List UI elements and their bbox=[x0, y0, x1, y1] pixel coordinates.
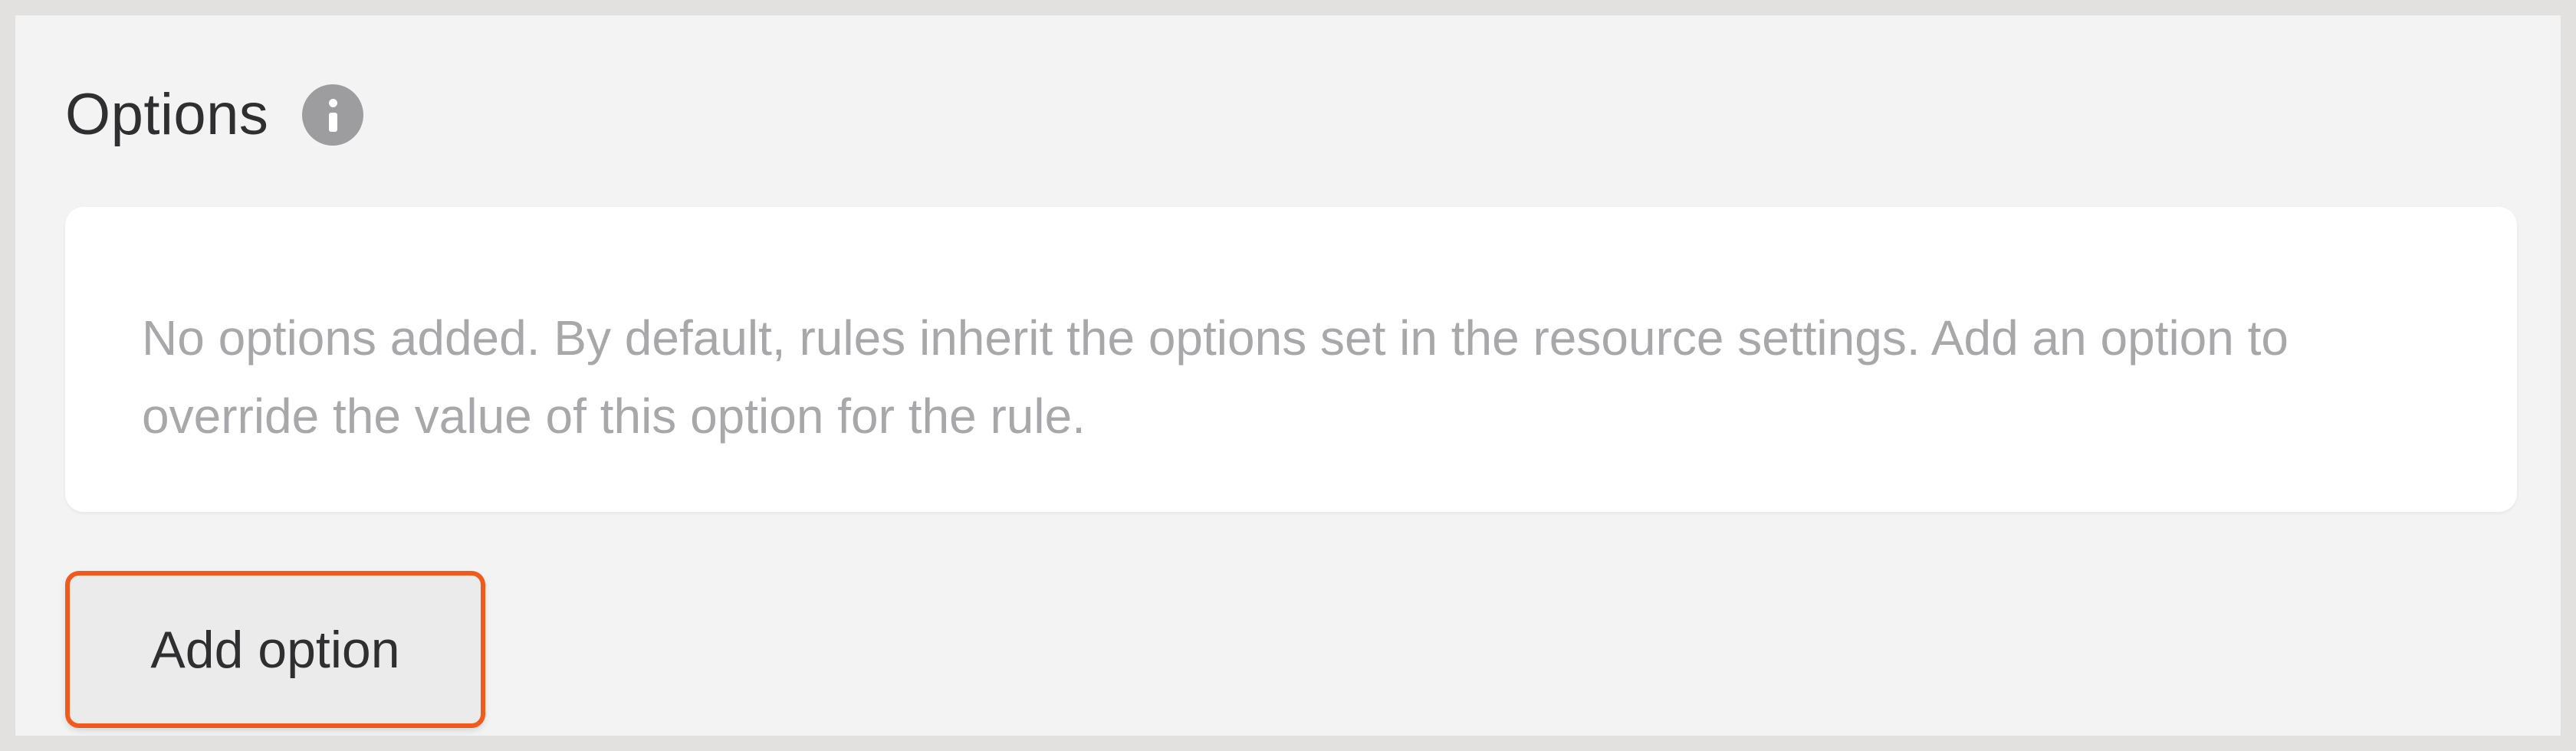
empty-state-card: No options added. By default, rules inhe… bbox=[65, 207, 2517, 512]
info-icon[interactable] bbox=[302, 84, 364, 146]
add-option-button[interactable]: Add option bbox=[65, 571, 485, 728]
options-panel: Options No options added. By default, ru… bbox=[0, 0, 2576, 751]
info-icon-bar bbox=[328, 112, 337, 132]
section-title: Options bbox=[65, 82, 269, 147]
section-header: Options bbox=[65, 77, 364, 153]
info-icon-dot bbox=[328, 98, 337, 107]
add-option-button-label: Add option bbox=[150, 620, 400, 679]
empty-state-message: No options added. By default, rules inhe… bbox=[142, 310, 2288, 444]
